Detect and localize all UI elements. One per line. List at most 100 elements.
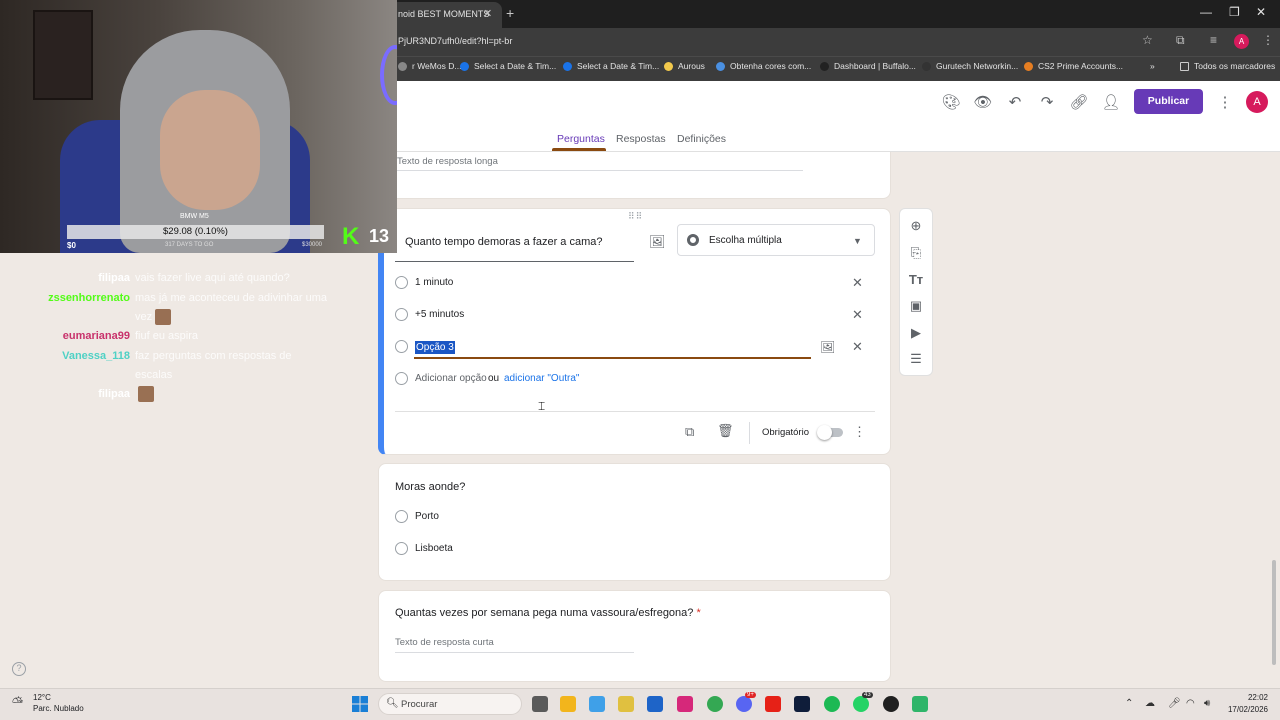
copilot-icon[interactable] <box>589 696 605 712</box>
add-collaborator-icon[interactable]: 👤︎ <box>1101 93 1121 111</box>
url-field[interactable]: PjUR3ND7ufh0/edit?hl=pt-br <box>398 36 512 46</box>
remove-option-2-icon[interactable]: ✕ <box>852 307 863 323</box>
youtube-icon[interactable] <box>765 696 781 712</box>
redo-icon[interactable]: ↷ <box>1037 93 1057 111</box>
duplicate-icon[interactable]: ⧉ <box>685 424 694 440</box>
more-menu-icon[interactable]: ⋮ <box>1215 93 1235 111</box>
question-more-icon[interactable]: ⋮ <box>853 424 866 440</box>
wifi-icon[interactable]: ◠ <box>1186 698 1195 709</box>
chrome-icon[interactable] <box>707 696 723 712</box>
undo-icon[interactable]: ↶ <box>1005 93 1025 111</box>
chatgpt-icon[interactable] <box>883 696 899 712</box>
calculator-icon[interactable] <box>618 696 634 712</box>
add-question-icon[interactable]: ⊕ <box>907 218 925 234</box>
taskbar-search[interactable] <box>378 693 522 715</box>
bookmark-item[interactable]: Select a Date & Tim... <box>460 61 556 72</box>
preview-eye-icon[interactable]: 👁︎ <box>973 93 993 111</box>
drag-handle-icon[interactable]: ⠿⠿ <box>628 211 643 222</box>
browser-profile-avatar[interactable]: A <box>1234 34 1249 49</box>
photoshop-icon[interactable] <box>794 696 810 712</box>
task-view-icon[interactable] <box>532 696 548 712</box>
page-scrollbar[interactable] <box>1272 560 1276 665</box>
bookmark-item[interactable]: Gurutech Networkin... <box>922 61 1018 72</box>
clock-date[interactable]: 17/02/2026 <box>1224 705 1268 714</box>
bookmark-item[interactable]: r WeMos D... <box>398 61 461 72</box>
chat-message: faz perguntas com respostas de escalas <box>135 347 330 385</box>
media-icon[interactable]: ≡ <box>1210 33 1217 47</box>
question-title: Moras aonde? <box>395 481 466 493</box>
goal-start: $0 <box>67 241 76 250</box>
weather-icon[interactable]: ⛅︎ <box>12 694 23 711</box>
question-title-text: Quantas vezes por semana pega numa vasso… <box>395 607 694 619</box>
add-section-icon[interactable]: ☰ <box>907 351 925 367</box>
add-option-button[interactable]: Adicionar opção <box>415 373 487 384</box>
bookmarks-more[interactable]: » <box>1150 61 1155 71</box>
option-image-icon[interactable]: 🖼︎ <box>820 340 835 354</box>
option-2-input[interactable]: +5 minutos <box>415 309 464 320</box>
tab-responses[interactable]: Respostas <box>616 133 666 145</box>
webcam-overlay: BMW M5 $29.08 (0.10%) $0 317 DAYS TO GO … <box>0 0 397 253</box>
radio-type-icon <box>687 234 699 246</box>
bookmark-favicon-icon <box>398 62 407 72</box>
question-title-input[interactable]: Quanto tempo demoras a fazer a cama? <box>405 236 603 248</box>
palette-icon[interactable]: 🎨︎ <box>941 93 961 111</box>
publish-button[interactable]: Publicar <box>1134 89 1203 114</box>
bookmark-star-icon[interactable]: ☆ <box>1142 33 1153 47</box>
bookmark-item[interactable]: Dashboard | Buffalo... <box>820 61 916 72</box>
new-tab-icon[interactable]: + <box>506 5 514 21</box>
microphone-icon[interactable]: 🎤︎ <box>1168 698 1181 709</box>
option-radio <box>395 308 408 321</box>
volume-icon[interactable]: 🔊︎ <box>1204 698 1210 709</box>
add-other-button[interactable]: adicionar "Outra" <box>504 373 579 384</box>
bookmark-label: Select a Date & Tim... <box>577 61 660 71</box>
goal-days: 317 DAYS TO GO <box>165 242 214 248</box>
discord-icon[interactable] <box>736 696 752 712</box>
tab-close-icon[interactable]: ✕ <box>483 7 492 20</box>
minimize-icon[interactable]: — <box>1200 5 1212 19</box>
whatsapp-icon[interactable] <box>853 696 869 712</box>
spotify-icon[interactable] <box>824 696 840 712</box>
add-image-icon[interactable]: 🖼︎ <box>649 234 666 250</box>
instagram-icon[interactable] <box>677 696 693 712</box>
delete-icon[interactable]: 🗑︎ <box>717 423 734 439</box>
chat-message: fiuf eu aspira <box>135 327 330 346</box>
bookmark-item[interactable]: Obtenha cores com... <box>716 61 811 72</box>
tray-chevron-icon[interactable]: ⌃ <box>1125 698 1133 709</box>
outlook-icon[interactable] <box>647 696 663 712</box>
option-3-input[interactable]: Opção 3 <box>415 341 455 354</box>
bookmark-label: CS2 Prime Accounts... <box>1038 61 1124 71</box>
tab-questions[interactable]: Perguntas <box>557 133 605 145</box>
add-image-icon[interactable]: ▣ <box>907 298 925 314</box>
all-bookmarks[interactable]: Todos os marcadores <box>1180 61 1275 72</box>
window-close-icon[interactable]: ✕ <box>1256 5 1266 19</box>
search-icon: 🔍︎ <box>386 698 399 709</box>
chat-message-text: vais fazer live aqui até quando? <box>135 272 290 284</box>
user-avatar[interactable]: A <box>1246 91 1268 113</box>
restore-icon[interactable]: ❐ <box>1229 5 1240 19</box>
question-card-quantas[interactable] <box>378 590 891 682</box>
option-1-input[interactable]: 1 minuto <box>415 277 453 288</box>
add-video-icon[interactable]: ▶ <box>907 325 925 341</box>
link-icon[interactable]: 🔗︎ <box>1069 93 1089 111</box>
browser-menu-icon[interactable]: ⋮ <box>1262 33 1274 47</box>
remove-option-1-icon[interactable]: ✕ <box>852 275 863 291</box>
remove-option-3-icon[interactable]: ✕ <box>852 339 863 355</box>
bookmark-item[interactable]: Select a Date & Tim... <box>563 61 660 72</box>
bookmark-item[interactable]: CS2 Prime Accounts... <box>1024 61 1124 72</box>
chat-message-text: fiuf eu aspira <box>135 330 198 342</box>
extensions-icon[interactable]: ⧉ <box>1176 33 1185 48</box>
whatsapp-badge: 43 <box>862 692 873 698</box>
required-toggle-knob[interactable] <box>817 425 832 440</box>
file-explorer-icon[interactable] <box>560 696 576 712</box>
windows-start-icon[interactable] <box>352 696 368 712</box>
import-questions-icon[interactable]: ⎘ <box>907 245 925 261</box>
bookmark-item[interactable]: Aurous <box>664 61 705 72</box>
app-green-icon[interactable] <box>912 696 928 712</box>
clock-time[interactable]: 22:02 <box>1224 693 1268 702</box>
tab-settings[interactable]: Definições <box>677 133 726 145</box>
help-icon[interactable]: ? <box>12 662 26 676</box>
bookmark-favicon-icon <box>460 62 469 72</box>
add-title-icon[interactable]: Tт <box>907 272 925 287</box>
tray-cloud-icon[interactable]: ☁︎ <box>1145 698 1155 709</box>
bookmark-label: Aurous <box>678 61 705 71</box>
